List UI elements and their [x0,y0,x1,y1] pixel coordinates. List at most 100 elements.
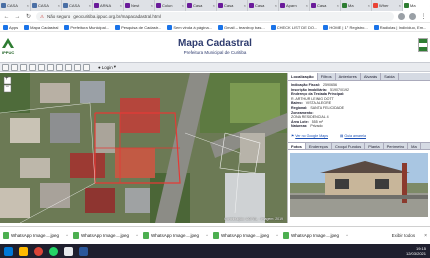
close-tab-icon[interactable]: × [27,3,29,8]
forward-icon[interactable]: → [14,14,21,20]
bookmark-item[interactable]: Prefeitura Municipal... [64,24,109,30]
chevron-up-icon[interactable]: ^ [66,233,68,238]
bookmark-label: Sem vinda à página... [173,24,213,30]
browser-tab[interactable]: Aparn × [279,0,310,11]
app-icon[interactable] [64,246,73,256]
browser-tab[interactable]: CASA × [62,0,93,11]
lot-photo[interactable] [290,152,428,217]
chevron-up-icon[interactable]: ^ [276,233,278,238]
zoom-out-tool-icon[interactable] [20,63,27,71]
taskbar: 19:15 12/03/2021 [0,244,430,258]
browser-tab[interactable]: Casa × [217,0,248,11]
back-icon[interactable]: ← [3,14,10,20]
close-tab-icon[interactable]: × [275,3,277,8]
aerial-map-image[interactable] [0,73,287,223]
guia-amarela-link[interactable]: ▤ Guia amarela [340,134,366,138]
identify-tool-icon[interactable] [29,63,36,71]
show-all-downloads-button[interactable]: Exibir todos [388,233,420,238]
help-tool-icon[interactable] [83,63,90,71]
measure-tool-icon[interactable] [38,63,45,71]
panel-tab[interactable]: Saída [381,73,399,80]
login-button[interactable]: ● Login ▾ [98,64,116,70]
system-clock[interactable]: 19:15 12/03/2021 [406,246,426,256]
start-icon[interactable] [4,246,13,256]
browser-tab[interactable]: Casa × [310,0,341,11]
close-tab-icon[interactable]: × [368,3,370,8]
close-tab-icon[interactable]: × [58,3,60,8]
close-tab-icon[interactable]: × [306,3,308,8]
download-item[interactable]: WhatsApp Image....jpeg ^ [283,230,348,242]
bookmark-item[interactable]: Pesquisa de Cadastr... [115,24,161,30]
panel-tab[interactable]: Anteriores [336,73,361,80]
chevron-up-icon[interactable]: ^ [136,233,138,238]
close-tab-icon[interactable]: × [399,3,401,8]
chrome-icon[interactable] [34,246,43,256]
map-view[interactable]: + − Contribuição: COPEL · Imagem: 2019 [0,73,287,223]
close-tab-icon[interactable]: × [120,3,122,8]
browser-tab[interactable]: Casa × [248,0,279,11]
zoom-in-tool-icon[interactable] [11,63,18,71]
tab-favicon-icon [94,3,99,8]
bookmark-item[interactable]: Sem vinda à página... [167,24,213,30]
ippuc-logo [2,38,14,48]
bookmark-item[interactable]: Mapa Cadastral [24,24,58,30]
close-downloads-icon[interactable]: × [424,233,427,239]
photo-tab[interactable]: Endereços [306,142,333,149]
info-tool-icon[interactable] [74,63,81,71]
zoom-in-icon[interactable]: + [5,76,9,83]
download-item[interactable]: WhatsApp Image....jpeg ^ [73,230,138,242]
close-tab-icon[interactable]: × [151,3,153,8]
chevron-up-icon[interactable]: ^ [206,233,208,238]
extension-icon[interactable] [398,13,405,20]
bookmark-icon [24,24,30,30]
download-item[interactable]: WhatsApp Image....jpeg ^ [213,230,278,242]
not-secure-icon: ⚠ [40,13,45,19]
bookmark-item[interactable]: Radiolas | Indivíduo, Em... [373,24,426,30]
url-text[interactable]: geocuritiba.ippuc.org.br/mapacadastral.h… [73,14,161,19]
zoom-out-icon[interactable]: − [6,84,10,91]
browser-tab[interactable]: Ma× [403,0,430,11]
chevron-up-icon[interactable]: ^ [346,233,348,238]
whatsapp-icon[interactable] [49,246,58,256]
print-tool-icon[interactable] [56,63,63,71]
menu-icon[interactable]: ⋮ [420,13,427,20]
photo-tab[interactable]: Fotos [288,142,306,149]
panel-tab[interactable]: Localização [288,73,318,80]
reload-icon[interactable]: ↻ [25,13,32,20]
browser-tab[interactable]: CASA × [0,0,31,11]
bookmark-item[interactable]: CHECK LIST DE DO... [270,24,317,30]
close-tab-icon[interactable]: × [244,3,246,8]
browser-tab[interactable]: Ma× [341,0,372,11]
file-explorer-icon[interactable] [19,246,28,256]
url-field[interactable]: ⚠ Não seguro geocuritiba.ippuc.org.br/ma… [36,12,394,21]
browser-tab[interactable]: Nest × [124,0,155,11]
word-icon[interactable] [79,246,88,256]
photo-tab[interactable]: Croqui Fundos [332,142,366,149]
browser-tab[interactable]: CASA × [31,0,62,11]
address-bar: ← → ↻ ⚠ Não seguro geocuritiba.ippuc.org… [0,11,430,23]
bookmark-item[interactable]: Apps [3,24,18,30]
layers-tool-icon[interactable] [47,63,54,71]
close-tab-icon[interactable]: × [337,3,339,8]
browser-tab[interactable]: Colun × [155,0,186,11]
profile-avatar[interactable] [409,13,416,20]
google-maps-link[interactable]: ⚑ Ver no Google Maps [291,134,328,138]
bookmark-item[interactable]: Gmail – teardrop bas... [218,24,265,30]
close-tab-icon[interactable]: × [89,3,91,8]
pan-tool-icon[interactable] [2,63,9,71]
photo-tab[interactable]: Perímetro [384,142,409,149]
browser-tab[interactable]: ARNA × [93,0,124,11]
photo-tab[interactable]: Ma [408,142,421,149]
detail-value: SANTA FELICIDADE [310,105,345,110]
browser-tab[interactable]: Casa × [186,0,217,11]
download-item[interactable]: WhatsApp Image....jpeg ^ [143,230,208,242]
photo-tab[interactable]: Planta [365,142,384,149]
close-tab-icon[interactable]: × [213,3,215,8]
search-tool-icon[interactable] [65,63,72,71]
download-item[interactable]: WhatsApp Image....jpeg ^ [3,230,68,242]
browser-tab[interactable]: Wher × [372,0,403,11]
bookmark-item[interactable]: HOME | 1° Registro... [323,24,368,30]
panel-tab[interactable]: Alvarás [361,73,382,80]
panel-tab[interactable]: Filtros [318,73,336,80]
close-tab-icon[interactable]: × [182,3,184,8]
